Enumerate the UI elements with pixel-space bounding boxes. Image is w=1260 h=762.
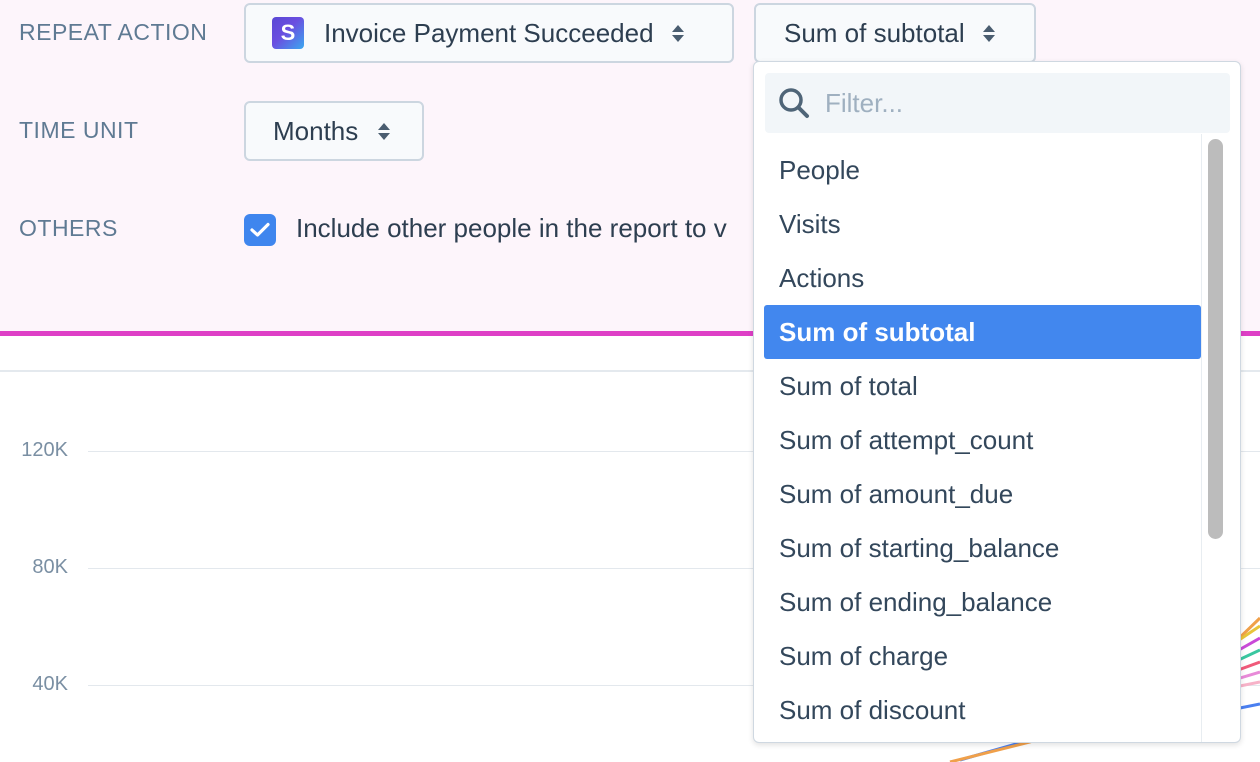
select-arrows-icon [378, 122, 391, 140]
metric-select[interactable]: Sum of subtotal [754, 3, 1036, 63]
option-sum-of-subtotal[interactable]: Sum of subtotal [764, 305, 1201, 359]
checkmark-icon [250, 222, 270, 237]
option-actions[interactable]: Actions [764, 251, 1201, 305]
select-arrows-icon [982, 24, 995, 42]
stripe-logo-icon: S [272, 17, 304, 49]
others-label: OTHERS [19, 215, 118, 241]
time-unit-label: TIME UNIT [19, 117, 139, 143]
time-unit-select[interactable]: Months [244, 101, 424, 161]
option-sum-of-amount-due[interactable]: Sum of amount_due [764, 467, 1201, 521]
option-sum-of-attempt-count[interactable]: Sum of attempt_count [764, 413, 1201, 467]
event-select-value: Invoice Payment Succeeded [324, 17, 654, 48]
include-others-text: Include other people in the report to v [296, 213, 727, 243]
scrollbar-track [1201, 134, 1202, 742]
option-sum-of-ending-balance[interactable]: Sum of ending_balance [764, 575, 1201, 629]
option-visits[interactable]: Visits [764, 197, 1201, 251]
time-unit-value: Months [273, 115, 359, 146]
dropdown-scrollbar[interactable] [1208, 139, 1223, 539]
option-sum-of-starting-balance[interactable]: Sum of starting_balance [764, 521, 1201, 575]
option-people[interactable]: People [764, 143, 1201, 197]
include-others-checkbox[interactable] [244, 214, 276, 246]
option-sum-of-discount[interactable]: Sum of discount [764, 683, 1201, 737]
metric-select-value: Sum of subtotal [784, 17, 965, 48]
event-select[interactable]: S Invoice Payment Succeeded [244, 3, 734, 63]
option-sum-of-charge[interactable]: Sum of charge [764, 629, 1201, 683]
filter-box[interactable] [765, 73, 1230, 133]
filter-input[interactable] [825, 87, 1205, 119]
select-arrows-icon [671, 24, 684, 42]
repeat-action-label: REPEAT ACTION [19, 19, 208, 45]
option-sum-of-total[interactable]: Sum of total [764, 359, 1201, 413]
search-icon [779, 88, 809, 118]
metric-dropdown: People Visits Actions Sum of subtotal Su… [753, 61, 1241, 743]
dropdown-options: People Visits Actions Sum of subtotal Su… [764, 143, 1201, 737]
